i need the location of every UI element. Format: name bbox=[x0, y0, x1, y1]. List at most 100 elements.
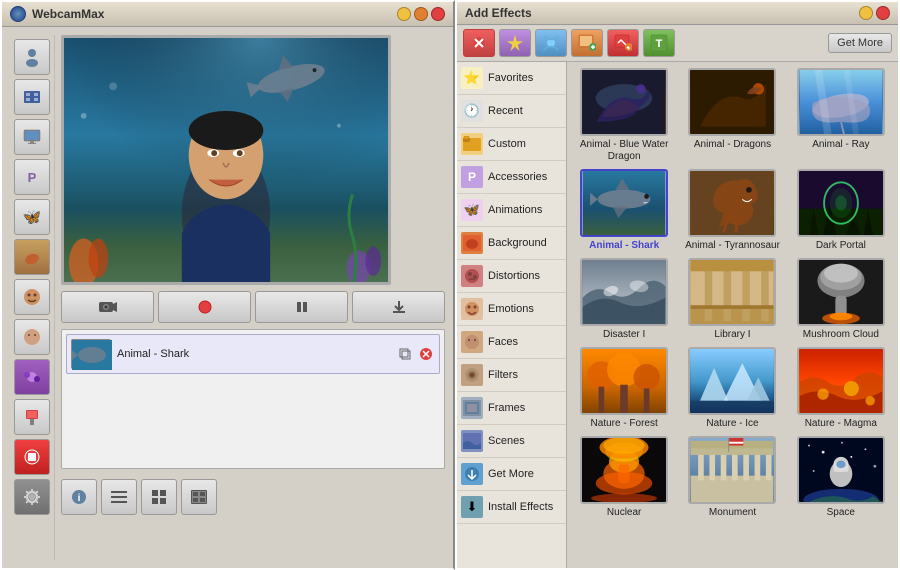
cat-get-more[interactable]: Get More bbox=[457, 458, 566, 491]
wizard-btn[interactable] bbox=[499, 29, 531, 57]
face-icon-btn[interactable] bbox=[14, 279, 50, 315]
effects-body: ⭐ Favorites 🕐 Recent Custom P Accessorie… bbox=[457, 62, 898, 568]
cat-recent[interactable]: 🕐 Recent bbox=[457, 95, 566, 128]
effect-item-ray[interactable]: Animal - Ray bbox=[790, 68, 892, 163]
effect-item-library[interactable]: Library I bbox=[681, 258, 783, 341]
maximize-button-left[interactable] bbox=[414, 7, 428, 21]
leaf-icon-btn[interactable] bbox=[14, 239, 50, 275]
effect-img-nuclear bbox=[580, 436, 668, 504]
minimize-button-left[interactable] bbox=[397, 7, 411, 21]
effect-thumbnail bbox=[71, 339, 111, 369]
p-icon-btn[interactable]: P bbox=[14, 159, 50, 195]
accessories-icon: P bbox=[461, 166, 483, 188]
close-button-right[interactable] bbox=[876, 6, 890, 20]
bottom-side-buttons: i bbox=[61, 479, 445, 515]
cat-scenes[interactable]: Scenes bbox=[457, 425, 566, 458]
cat-accessories-label: Accessories bbox=[488, 171, 547, 183]
gear-icon-btn[interactable] bbox=[14, 479, 50, 515]
custom-icon bbox=[461, 133, 483, 155]
window-buttons-left bbox=[397, 7, 445, 21]
recent-icon: 🕐 bbox=[461, 100, 483, 122]
effect-label-disaster: Disaster I bbox=[603, 329, 645, 341]
remove-effect-btn[interactable] bbox=[417, 345, 435, 363]
effect-img-magma bbox=[797, 347, 885, 415]
cat-frames-label: Frames bbox=[488, 402, 525, 414]
effect-label-dragons: Animal - Dragons bbox=[694, 139, 771, 151]
cat-filters-label: Filters bbox=[488, 369, 518, 381]
effect-img-blue-water-dragon bbox=[580, 68, 668, 136]
face2-icon-btn[interactable] bbox=[14, 319, 50, 355]
effects-icon-btn[interactable] bbox=[14, 359, 50, 395]
faces-icon bbox=[461, 331, 483, 353]
cat-background[interactable]: Background bbox=[457, 227, 566, 260]
close-effects-btn[interactable] bbox=[463, 29, 495, 57]
effect-img-shark bbox=[580, 169, 668, 237]
cat-favorites[interactable]: ⭐ Favorites bbox=[457, 62, 566, 95]
add-effect-btn[interactable] bbox=[571, 29, 603, 57]
cat-animations-label: Animations bbox=[488, 204, 542, 216]
copy-effect-btn[interactable] bbox=[396, 345, 414, 363]
cat-install-effects[interactable]: ⬇ Install Effects bbox=[457, 491, 566, 524]
effect-item-monument[interactable]: Monument bbox=[681, 436, 783, 519]
app-icon bbox=[10, 6, 26, 22]
person-icon-btn[interactable] bbox=[14, 39, 50, 75]
effect-item-dark-portal[interactable]: Dark Portal bbox=[790, 169, 892, 252]
background-icon bbox=[461, 232, 483, 254]
screen-icon-btn[interactable] bbox=[14, 119, 50, 155]
effects-grid-container[interactable]: Animal - Blue Water Dragon Animal - Drag… bbox=[567, 62, 898, 568]
cat-recent-label: Recent bbox=[488, 105, 523, 117]
effect-item-magma[interactable]: Nature - Magma bbox=[790, 347, 892, 430]
effect-img-dark-portal bbox=[797, 169, 885, 237]
video-preview bbox=[61, 35, 391, 285]
edit-effect-btn[interactable] bbox=[607, 29, 639, 57]
effect-label-library: Library I bbox=[714, 329, 750, 341]
effect-item-tyrannosaur[interactable]: Animal - Tyrannosaur bbox=[681, 169, 783, 252]
effect-item-shark[interactable]: Animal - Shark bbox=[573, 169, 675, 252]
butterfly-icon-btn[interactable]: 🦋 bbox=[14, 199, 50, 235]
cat-emotions[interactable]: Emotions bbox=[457, 293, 566, 326]
text-effect-btn[interactable]: T bbox=[643, 29, 675, 57]
stop-icon-btn[interactable] bbox=[14, 439, 50, 475]
emotions-icon bbox=[461, 298, 483, 320]
effect-img-library bbox=[688, 258, 776, 326]
paint-icon-btn[interactable] bbox=[14, 399, 50, 435]
effect-item-space[interactable]: Space bbox=[790, 436, 892, 519]
pause-button[interactable] bbox=[255, 291, 348, 323]
effect-item-disaster[interactable]: Disaster I bbox=[573, 258, 675, 341]
effect-img-space bbox=[797, 436, 885, 504]
effect-label-ice: Nature - Ice bbox=[706, 418, 758, 430]
download-button[interactable] bbox=[352, 291, 445, 323]
film-icon-btn[interactable] bbox=[14, 79, 50, 115]
effect-item-dragons[interactable]: Animal - Dragons bbox=[681, 68, 783, 163]
list-button[interactable] bbox=[101, 479, 137, 515]
minimize-button-right[interactable] bbox=[859, 6, 873, 20]
cat-frames[interactable]: Frames bbox=[457, 392, 566, 425]
effect-actions bbox=[396, 345, 435, 363]
info-button[interactable]: i bbox=[61, 479, 97, 515]
effect-img-monument bbox=[688, 436, 776, 504]
cat-faces[interactable]: Faces bbox=[457, 326, 566, 359]
camera-button[interactable] bbox=[61, 291, 154, 323]
title-bar-right: Add Effects bbox=[457, 2, 898, 25]
cat-animations[interactable]: 🦋 Animations bbox=[457, 194, 566, 227]
effect-item-nuclear[interactable]: Nuclear bbox=[573, 436, 675, 519]
cat-custom[interactable]: Custom bbox=[457, 128, 566, 161]
grid-button[interactable] bbox=[141, 479, 177, 515]
effect-item-blue-water-dragon[interactable]: Animal - Blue Water Dragon bbox=[573, 68, 675, 163]
cat-distortions[interactable]: Distortions bbox=[457, 260, 566, 293]
close-button-left[interactable] bbox=[431, 7, 445, 21]
left-side-icons: P 🦋 bbox=[10, 35, 55, 560]
svg-text:T: T bbox=[656, 38, 663, 50]
get-more-button[interactable]: Get More bbox=[828, 33, 892, 53]
effect-label-dark-portal: Dark Portal bbox=[816, 240, 866, 252]
record-button[interactable] bbox=[158, 291, 251, 323]
window-buttons-right bbox=[859, 6, 890, 20]
film-strip-button[interactable] bbox=[181, 479, 217, 515]
effect-item-mushroom-cloud[interactable]: Mushroom Cloud bbox=[790, 258, 892, 341]
effect-img-ray bbox=[797, 68, 885, 136]
effect-item-ice[interactable]: Nature - Ice bbox=[681, 347, 783, 430]
cat-accessories[interactable]: P Accessories bbox=[457, 161, 566, 194]
fairy-btn[interactable] bbox=[535, 29, 567, 57]
effect-item-forest[interactable]: Nature - Forest bbox=[573, 347, 675, 430]
cat-filters[interactable]: Filters bbox=[457, 359, 566, 392]
